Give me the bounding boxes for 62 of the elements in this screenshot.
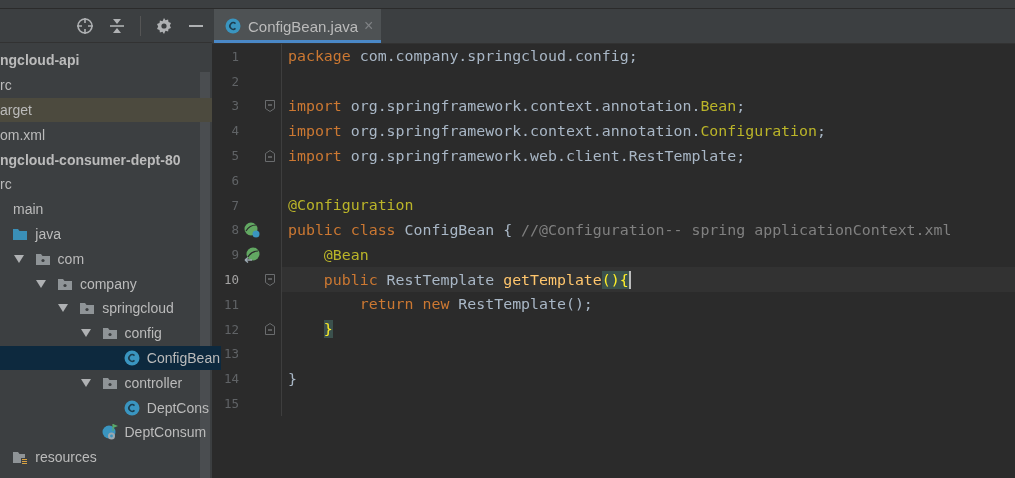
tree-item[interactable]: DeptConsum <box>0 419 212 445</box>
text-caret <box>628 270 631 289</box>
fold-marker-icon[interactable] <box>265 100 275 112</box>
bean-icon[interactable] <box>244 221 260 238</box>
tree-item[interactable]: om.xml <box>0 122 212 148</box>
tree-item[interactable]: config <box>0 320 212 346</box>
class-icon <box>123 349 140 366</box>
code-line: import org.springframework.context.annotation.Bean; <box>288 97 746 115</box>
code-line: return new RestTemplate(); <box>359 295 593 314</box>
tree-item[interactable]: resources <box>0 444 212 470</box>
line-number: 6 <box>230 172 239 188</box>
tree-item[interactable]: controller <box>0 370 212 396</box>
tree-item[interactable]: arget <box>0 97 212 123</box>
class-run-icon <box>101 424 118 441</box>
code-line: import org.springframework.context.annotation.Configuration; <box>288 121 826 140</box>
line-number: 4 <box>230 123 239 139</box>
locate-icon[interactable] <box>76 16 94 35</box>
tree-item[interactable]: springcloud <box>0 295 212 321</box>
class-icon <box>123 399 140 416</box>
editor-tab[interactable]: ConfigBean.java × <box>214 9 382 43</box>
fold-marker-icon[interactable] <box>265 149 275 162</box>
line-number: 10 <box>222 272 239 288</box>
code-line: } <box>288 369 297 388</box>
tree-item[interactable]: com <box>0 246 212 272</box>
code-line: @Bean <box>323 245 369 264</box>
tree-item[interactable]: ngcloud-consumer-dept-80 <box>0 147 212 172</box>
line-number: 12 <box>222 321 239 337</box>
line-number: 8 <box>230 222 239 238</box>
package-folder-icon <box>101 325 118 342</box>
tree-item[interactable]: java <box>0 221 212 247</box>
tree-item[interactable]: DeptCons <box>0 395 212 420</box>
package-folder-icon <box>79 300 96 317</box>
line-number: 3 <box>230 98 239 114</box>
tree-item[interactable]: ConfigBean <box>0 345 221 371</box>
fold-marker-icon[interactable] <box>265 323 275 336</box>
line-number: 9 <box>230 247 239 263</box>
resources-folder-icon <box>12 449 29 466</box>
tree-item[interactable]: rc <box>0 172 212 197</box>
fold-marker-icon[interactable] <box>265 273 275 286</box>
code-line: package com.company.springcloud.config; <box>288 47 638 66</box>
line-number: 11 <box>222 296 239 312</box>
tree-item[interactable]: main <box>0 196 212 222</box>
line-number: 15 <box>222 396 239 412</box>
bean-icon[interactable] <box>244 246 260 263</box>
code-line: public RestTemplate getTemplate(){ <box>323 270 629 289</box>
expanded-arrow-icon[interactable] <box>79 376 92 389</box>
tree-item[interactable]: company <box>0 271 212 296</box>
expanded-arrow-icon[interactable] <box>34 277 47 290</box>
code-line: @Configuration <box>288 196 414 215</box>
tree-item[interactable]: ngcloud-api <box>0 48 212 73</box>
class-icon <box>225 18 241 34</box>
expanded-arrow-icon[interactable] <box>12 252 25 265</box>
line-number: 5 <box>230 148 239 164</box>
collapse-all-icon[interactable] <box>108 16 126 35</box>
line-number: 7 <box>230 197 239 213</box>
settings-icon[interactable] <box>155 16 173 35</box>
code-line: public class ConfigBean { //@Configuration-- spring applicationContext.xml <box>288 220 952 239</box>
line-number: 2 <box>230 73 239 89</box>
code-line: import org.springframework.web.client.RestTemplate; <box>288 146 746 165</box>
tree-item[interactable]: rc <box>0 72 212 98</box>
line-number: 14 <box>222 371 239 387</box>
line-number: 1 <box>230 48 239 64</box>
